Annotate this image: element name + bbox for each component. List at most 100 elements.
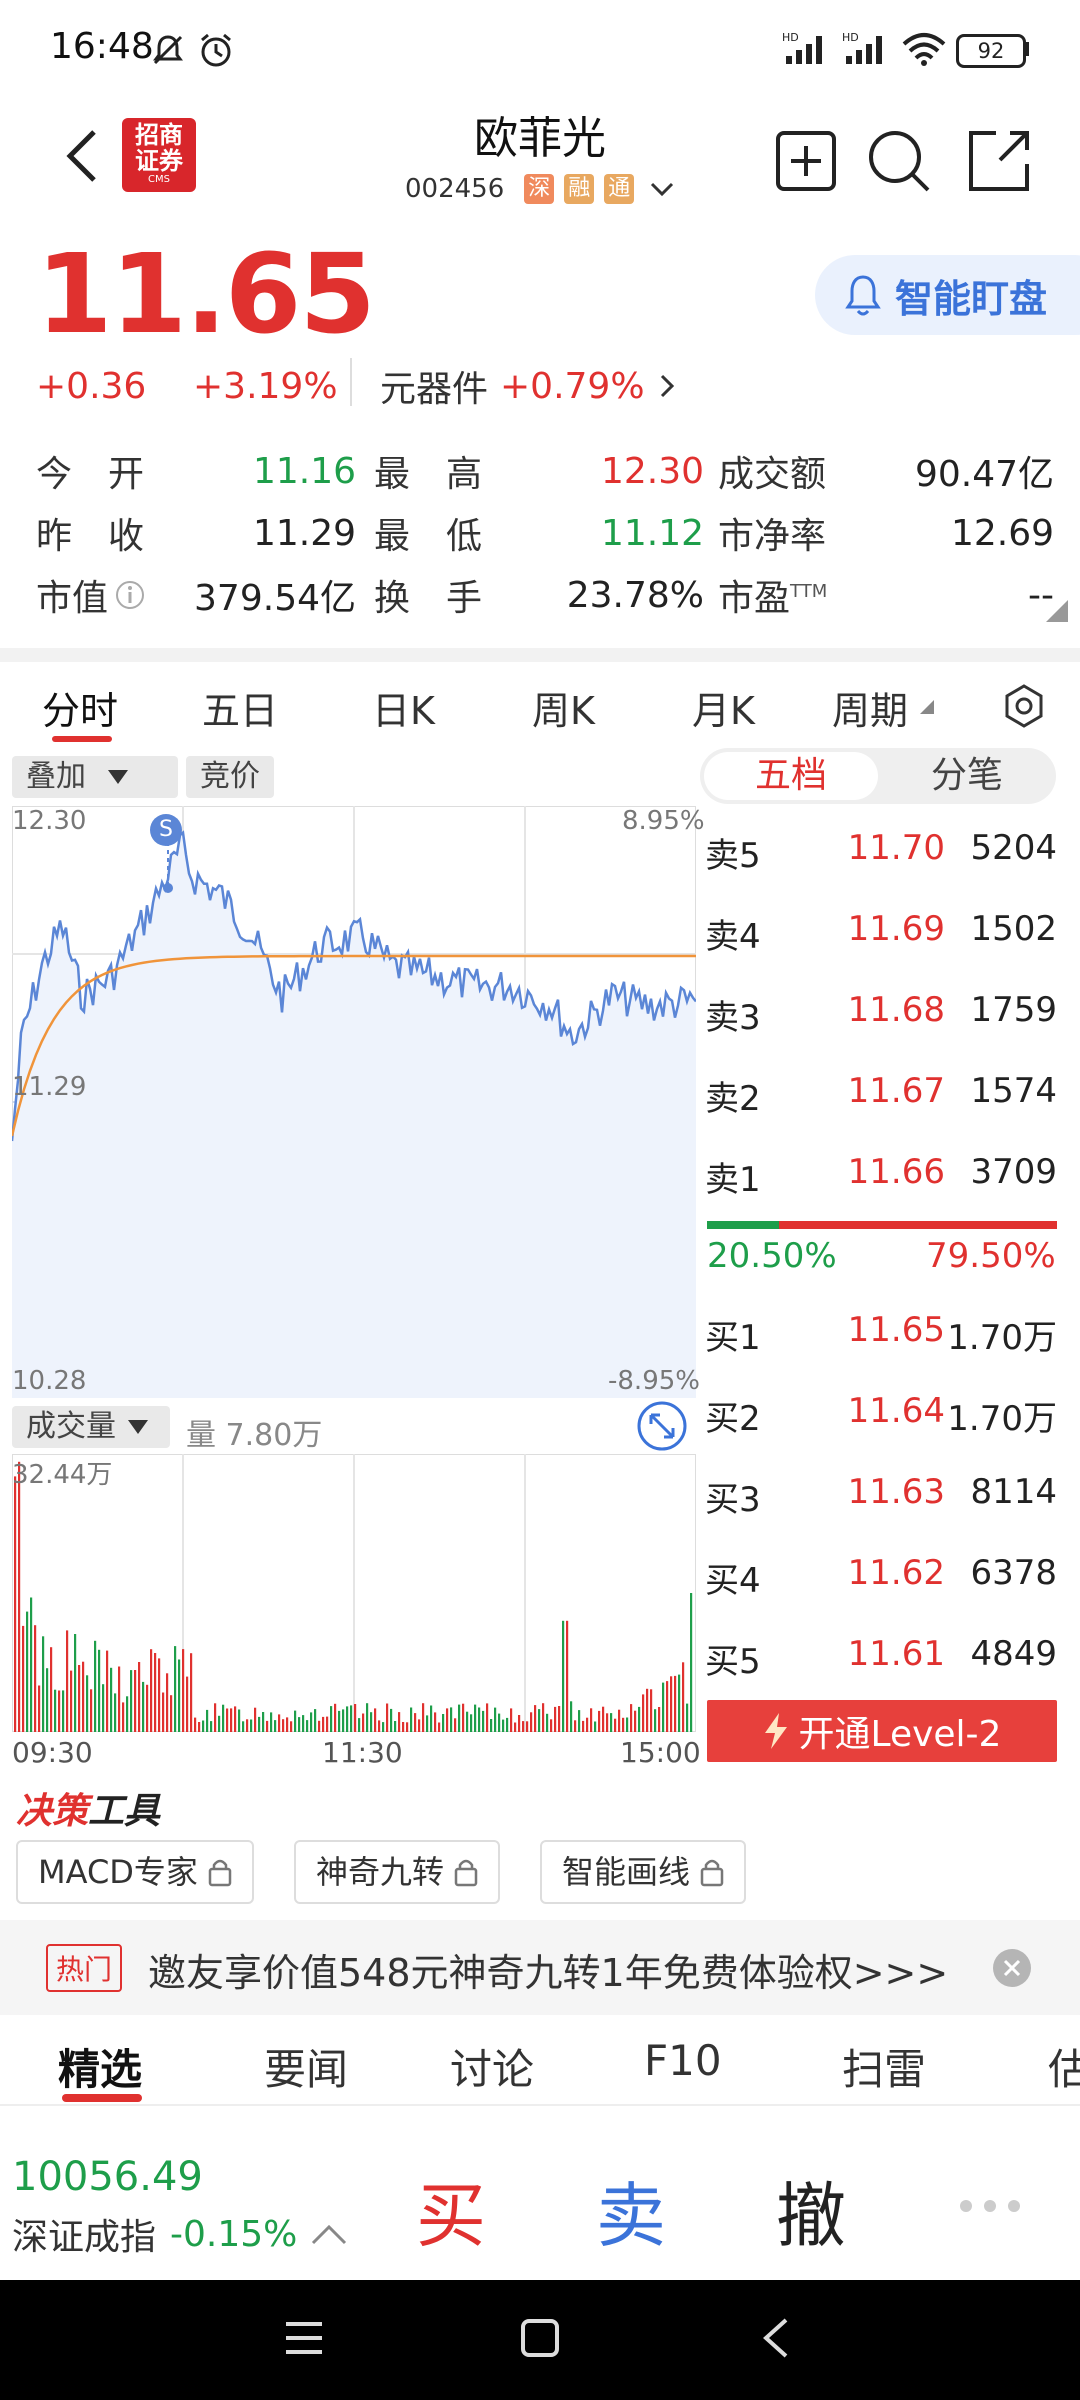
- stat-label: 市盈: [718, 578, 791, 619]
- tab-five-levels-label: 五档: [754, 755, 827, 796]
- ask-row[interactable]: 卖5 11.70 5204: [705, 808, 1057, 888]
- tab-five-levels[interactable]: 五档: [704, 752, 878, 800]
- share-icon[interactable]: [966, 128, 1032, 194]
- ask-row[interactable]: 卖1 11.66 3709: [705, 1132, 1057, 1212]
- bid-row[interactable]: 买5 11.61 4849: [705, 1614, 1057, 1694]
- news-tab-valuation[interactable]: 估: [1048, 2036, 1080, 2097]
- s-marker[interactable]: S: [150, 814, 182, 846]
- volume-selector[interactable]: 成交量: [12, 1406, 170, 1448]
- settings-hexagon-icon[interactable]: [1000, 682, 1048, 730]
- tools-title: 决策工具: [16, 1782, 160, 1834]
- intraday-price-chart[interactable]: [12, 806, 696, 1398]
- news-tab-risk-scan[interactable]: 扫雷: [842, 2036, 926, 2097]
- volume-bar: [590, 1708, 593, 1732]
- stat-label-market-cap[interactable]: 市值: [36, 569, 156, 621]
- search-icon[interactable]: [866, 128, 932, 194]
- bid-row[interactable]: 买3 11.63 8114: [705, 1452, 1057, 1532]
- volume-bar: [106, 1650, 109, 1732]
- wifi-icon: [902, 33, 946, 66]
- tool-nine-turn[interactable]: 神奇九转: [294, 1840, 501, 1904]
- volume-bar: [138, 1662, 141, 1732]
- tab-weekly-k[interactable]: 周K: [532, 680, 595, 735]
- volume-bar: [438, 1722, 441, 1732]
- tab-monthly-k[interactable]: 月K: [692, 680, 755, 735]
- level-price: 11.65: [847, 1310, 945, 1350]
- stock-header: 招商 证券 CMS 欧菲光 002456 深 融 通: [0, 96, 1080, 226]
- news-tab-headlines[interactable]: 要闻: [264, 2036, 348, 2097]
- news-tab-discussion[interactable]: 讨论: [450, 2036, 534, 2097]
- tab-ticks[interactable]: 分笔: [880, 752, 1054, 800]
- bid-row[interactable]: 买4 11.62 6378: [705, 1533, 1057, 1613]
- back-icon[interactable]: [760, 2316, 790, 2360]
- stats-row: 昨 收 11.29 最 低 11.12 市净率 12.69: [36, 502, 1056, 564]
- sector-link[interactable]: 元器件 +0.79%: [380, 360, 675, 412]
- chevron-down-icon[interactable]: [650, 181, 674, 197]
- volume-bar: [234, 1706, 237, 1732]
- volume-bar: [254, 1707, 257, 1732]
- volume-bar: [134, 1670, 137, 1732]
- volume-bar: [470, 1714, 473, 1732]
- buy-ratio: 20.50%: [707, 1236, 837, 1276]
- tool-smart-drawing[interactable]: 智能画线: [540, 1840, 747, 1904]
- stat-label: 昨 收: [36, 516, 145, 557]
- volume-chart[interactable]: [12, 1454, 696, 1732]
- volume-bar: [226, 1708, 229, 1732]
- fullscreen-icon[interactable]: [636, 1400, 688, 1452]
- volume-bar: [386, 1703, 389, 1732]
- tab-daily-k[interactable]: 日K: [372, 680, 435, 735]
- signal-icon-2: HD: [842, 31, 882, 64]
- tag-shen: 深: [524, 174, 555, 204]
- tab-intraday[interactable]: 分时: [42, 680, 118, 735]
- ask-row[interactable]: 卖2 11.67 1574: [705, 1051, 1057, 1131]
- volume-bar: [118, 1666, 121, 1732]
- level-volume: 1.70万: [947, 1318, 1057, 1358]
- smart-watch-button[interactable]: 智能盯盘: [815, 255, 1080, 335]
- volume-bar: [310, 1712, 313, 1732]
- volume-bar: [502, 1719, 505, 1732]
- level-volume: 1759: [970, 990, 1057, 1030]
- volume-bar: [558, 1706, 561, 1732]
- menu-icon[interactable]: [284, 2320, 324, 2356]
- buy-button[interactable]: 买: [416, 2160, 486, 2261]
- tool-macd[interactable]: MACD专家: [16, 1840, 254, 1904]
- level2-button[interactable]: 开通Level-2: [707, 1700, 1057, 1762]
- cancel-button[interactable]: 撤: [776, 2160, 846, 2261]
- level-label: 买3: [705, 1480, 761, 1520]
- news-divider: [0, 2104, 1080, 2106]
- volume-bar: [690, 1593, 693, 1732]
- volume-bar: [14, 1476, 17, 1732]
- sell-button[interactable]: 卖: [596, 2160, 666, 2261]
- volume-bar: [98, 1649, 101, 1732]
- news-tab-f10[interactable]: F10: [644, 2036, 722, 2085]
- bid-row[interactable]: 买2 11.64 1.70万: [705, 1371, 1057, 1451]
- volume-label: 成交量: [26, 1409, 116, 1444]
- stat-label: 成交额: [718, 454, 827, 495]
- home-icon[interactable]: [520, 2318, 560, 2358]
- add-watchlist-icon[interactable]: [775, 130, 837, 192]
- expand-corner-icon[interactable]: [1046, 600, 1068, 622]
- auction-button[interactable]: 竞价: [186, 756, 274, 798]
- tab-five-day[interactable]: 五日: [202, 680, 278, 735]
- overlay-button[interactable]: 叠加: [12, 756, 178, 798]
- news-tab-featured[interactable]: 精选: [58, 2036, 142, 2097]
- x-axis-mid: 11:30: [322, 1736, 403, 1769]
- index-ticker[interactable]: 深证成指 -0.15%: [12, 2208, 347, 2260]
- volume-bar: [682, 1662, 685, 1732]
- close-icon[interactable]: [992, 1948, 1032, 1988]
- promo-banner[interactable]: 热门 邀友享价值548元神奇九转1年免费体验权>>>: [0, 1920, 1080, 2015]
- bid-row[interactable]: 买1 11.65 1.70万: [705, 1290, 1057, 1370]
- bottom-trade-bar: 10056.49 深证成指 -0.15% 买 卖 撤: [0, 2140, 1080, 2280]
- tab-indicator: [52, 736, 112, 742]
- volume-bar: [66, 1630, 69, 1732]
- volume-bar: [62, 1690, 65, 1732]
- broker-logo-sub: CMS: [148, 174, 170, 185]
- volume-bar: [94, 1640, 97, 1732]
- ask-row[interactable]: 卖3 11.68 1759: [705, 970, 1057, 1050]
- volume-bar: [382, 1722, 385, 1732]
- stock-code-row[interactable]: 002456 深 融 通: [405, 174, 674, 204]
- info-icon[interactable]: [114, 579, 146, 611]
- more-icon[interactable]: [958, 2198, 1022, 2214]
- tab-period[interactable]: 周期: [832, 680, 908, 735]
- volume-bar: [450, 1707, 453, 1732]
- ask-row[interactable]: 卖4 11.69 1502: [705, 889, 1057, 969]
